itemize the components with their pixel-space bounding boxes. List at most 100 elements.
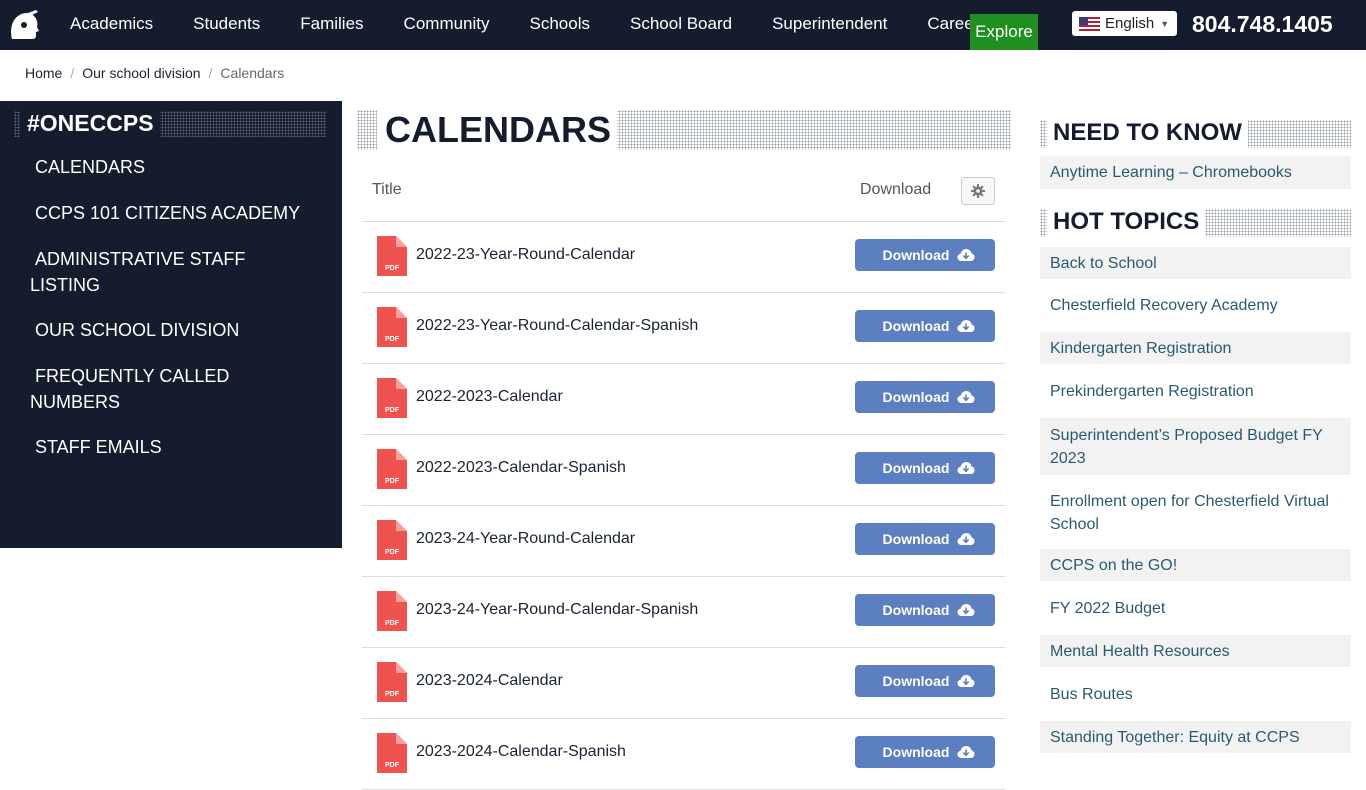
download-button[interactable]: Download [855,239,995,271]
file-title[interactable]: 2022-2023-Calendar-Spanish [416,459,626,477]
cloud-download-icon [957,320,975,332]
file-title[interactable]: 2023-2024-Calendar [416,672,563,690]
phone-number[interactable]: 804.748.1405 [1192,0,1333,48]
cloud-download-icon [957,604,975,616]
pdf-file-icon-label: PDF [385,478,400,485]
sidebar-item-administrative-staff[interactable]: ADMINISTRATIVE STAFF LISTING [30,246,320,298]
pdf-file-icon: PDF [377,307,407,347]
main-nav: Academics Students Families Community Sc… [50,0,1008,50]
hot-topic-link[interactable]: Standing Together: Equity at CCPS [1040,721,1351,753]
language-selector[interactable]: English ▼ [1072,11,1177,36]
download-button[interactable]: Download [855,452,995,484]
table-row: PDF 2023-2024-Calendar Download [362,648,1005,719]
table-row: PDF 2022-23-Year-Round-Calendar-Spanish Do… [362,293,1005,364]
download-button-label: Download [882,531,950,547]
download-button-label: Download [882,744,950,760]
caret-down-icon: ▼ [1160,18,1170,29]
download-button[interactable]: Download [855,665,995,697]
sidebar-item-citizens-academy[interactable]: CCPS 101 CITIZENS ACADEMY [30,200,300,226]
file-title[interactable]: 2023-24-Year-Round-Calendar-Spanish [416,601,698,619]
hot-topics-heading-bar: HOT TOPICS [1040,207,1351,237]
pdf-file-icon: PDF [377,449,407,489]
sidebar-item-our-school-division[interactable]: OUR SCHOOL DIVISION [30,317,239,343]
files-table-body: PDF 2022-23-Year-Round-Calendar Download PD… [362,222,1005,790]
table-row: PDF 2022-2023-Calendar Download [362,364,1005,435]
pdf-file-icon-label: PDF [385,620,400,627]
download-button-label: Download [882,460,950,476]
cloud-download-icon [957,675,975,687]
download-button-label: Download [882,247,950,263]
pdf-file-icon-label: PDF [385,336,400,343]
nav-explore-button[interactable]: Explore [970,14,1038,50]
gear-icon [971,184,985,198]
hot-topic-link[interactable]: Superintendent’s Proposed Budget FY 2023 [1040,418,1351,475]
nav-academics[interactable]: Academics [50,0,173,50]
pdf-file-icon: PDF [377,236,407,276]
cloud-download-icon [957,533,975,545]
hot-topic-link[interactable]: Chesterfield Recovery Academy [1040,289,1351,321]
ccps-logo-icon[interactable] [8,9,42,43]
hot-topic-link[interactable]: Mental Health Resources [1040,635,1351,667]
files-table-header: Title Download [362,176,1005,222]
hot-topic-link[interactable]: Prekindergarten Registration [1040,375,1351,407]
file-title[interactable]: 2023-2024-Calendar-Spanish [416,743,626,761]
sidebar-item-frequently-called-numbers[interactable]: FREQUENTLY CALLED NUMBERS [30,363,290,415]
cloud-download-icon [957,462,975,474]
table-row: PDF 2023-24-Year-Round-Calendar Download [362,506,1005,577]
breadcrumb-separator: / [70,65,75,81]
file-title[interactable]: 2022-23-Year-Round-Calendar [416,246,635,264]
pdf-file-icon: PDF [377,662,407,702]
download-button-label: Download [882,673,950,689]
breadcrumb-our-school-division[interactable]: Our school division [82,64,200,82]
sidebar-item-staff-emails[interactable]: STAFF EMAILS [30,434,162,460]
hot-topic-link[interactable]: Back to School [1040,247,1351,279]
page-title-bar: CALENDARS [357,108,1011,152]
nav-schools[interactable]: Schools [510,0,610,50]
download-button[interactable]: Download [855,736,995,768]
pdf-file-icon: PDF [377,733,407,773]
hot-topic-link[interactable]: Bus Routes [1040,678,1351,710]
download-button[interactable]: Download [855,594,995,626]
us-flag-icon [1079,16,1100,31]
download-button-label: Download [882,602,950,618]
breadcrumb: Home / Our school division / Calendars [25,64,284,82]
language-label: English [1105,15,1155,32]
nav-students[interactable]: Students [173,0,280,50]
hot-topic-link[interactable]: FY 2022 Budget [1040,592,1351,624]
file-title[interactable]: 2023-24-Year-Round-Calendar [416,530,635,548]
table-row: PDF 2023-2024-Calendar-Spanish Download [362,719,1005,790]
left-sidebar: #ONECCPS CALENDARS CCPS 101 CITIZENS ACA… [0,101,342,548]
need-to-know-link[interactable]: Anytime Learning – Chromebooks [1040,156,1351,189]
download-button[interactable]: Download [855,310,995,342]
pdf-file-icon: PDF [377,520,407,560]
download-button[interactable]: Download [855,381,995,413]
nav-families[interactable]: Families [280,0,383,50]
file-title[interactable]: 2022-2023-Calendar [416,388,563,406]
need-to-know-heading: NEED TO KNOW [1047,118,1248,148]
page-title: CALENDARS [377,108,618,152]
nav-school-board[interactable]: School Board [610,0,752,50]
file-title[interactable]: 2022-23-Year-Round-Calendar-Spanish [416,317,698,335]
table-settings-button[interactable] [961,177,995,205]
breadcrumb-separator: / [208,65,213,81]
top-navbar: Academics Students Families Community Sc… [0,0,1366,50]
table-row: PDF 2022-2023-Calendar-Spanish Download [362,435,1005,506]
hot-topic-link[interactable]: Enrollment open for Chesterfield Virtual… [1040,484,1351,541]
nav-superintendent[interactable]: Superintendent [752,0,907,50]
hot-topics-heading: HOT TOPICS [1047,207,1206,237]
sidebar-item-calendars[interactable]: CALENDARS [30,154,145,180]
download-button-label: Download [882,318,950,334]
pdf-file-icon: PDF [377,591,407,631]
cloud-download-icon [957,746,975,758]
hot-topic-link[interactable]: CCPS on the GO! [1040,549,1351,581]
column-header-download: Download [860,181,932,198]
cloud-download-icon [957,249,975,261]
download-button[interactable]: Download [855,523,995,555]
nav-community[interactable]: Community [384,0,510,50]
hot-topic-link[interactable]: Kindergarten Registration [1040,332,1351,364]
sidebar-heading: #ONECCPS [20,109,160,137]
breadcrumb-current: Calendars [220,65,285,81]
breadcrumb-home[interactable]: Home [25,64,62,82]
download-button-label: Download [882,389,950,405]
table-row: PDF 2022-23-Year-Round-Calendar Download [362,222,1005,293]
